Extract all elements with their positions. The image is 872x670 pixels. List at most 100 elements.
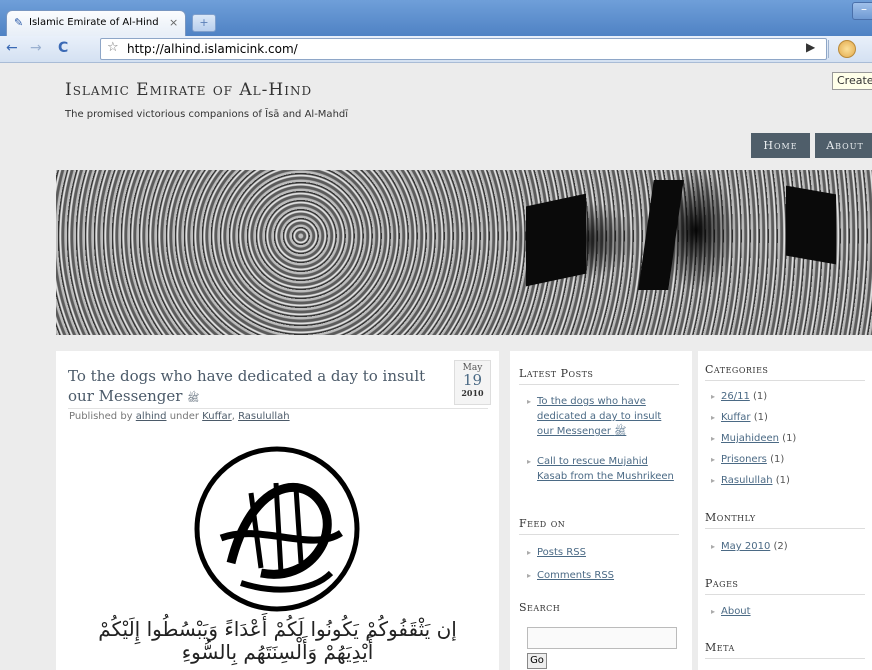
page-item[interactable]: ▸ About (711, 604, 751, 619)
feed-item[interactable]: ▸ Comments RSS (527, 568, 614, 583)
heading-divider (705, 658, 865, 659)
bullet-arrow-icon: ▸ (527, 548, 532, 557)
site-description: The promised victorious companions of Īs… (65, 109, 349, 120)
feather-icon: ✎ (14, 16, 24, 29)
posts-rss-link[interactable]: Posts RSS (537, 547, 586, 558)
categories-heading: Categories (705, 363, 769, 376)
post-article: To the dogs who have dedicated a day to … (56, 351, 499, 670)
bullet-arrow-icon: ▸ (711, 413, 716, 422)
bullet-arrow-icon: ▸ (711, 476, 716, 485)
browser-tab-bar: ✎ Islamic Emirate of Al-Hind × + – (0, 0, 872, 37)
bullet-arrow-icon: ▸ (527, 397, 532, 406)
latest-post-item[interactable]: ▸ Call to rescue Mujahid Kasab from the … (527, 454, 677, 484)
latest-post-item[interactable]: ▸ To the dogs who have dedicated a day t… (527, 394, 677, 439)
category-item[interactable]: ▸ Mujahideen (1) (711, 431, 797, 446)
browser-tab[interactable]: ✎ Islamic Emirate of Al-Hind × (6, 10, 186, 37)
tab-title: Islamic Emirate of Al-Hind (29, 17, 159, 28)
author-link[interactable]: alhind (136, 411, 167, 422)
post-date-box: May 19 2010 (454, 360, 491, 405)
bullet-arrow-icon: ▸ (711, 455, 716, 464)
latest-post-link[interactable]: To the dogs who have dedicated a day to … (537, 396, 661, 437)
minimize-icon[interactable]: – (852, 2, 872, 20)
search-input[interactable] (527, 627, 677, 649)
bullet-arrow-icon: ▸ (711, 607, 716, 616)
category-item[interactable]: ▸ Prisoners (1) (711, 452, 785, 467)
bullet-arrow-icon: ▸ (711, 434, 716, 443)
nav-about[interactable]: About (815, 133, 872, 158)
bullet-arrow-icon: ▸ (527, 457, 532, 466)
tab-close-button[interactable]: × (169, 16, 178, 29)
latest-posts-heading: Latest Posts (519, 367, 594, 380)
feed-heading: Feed on (519, 517, 566, 530)
sidebar-right: Categories ▸ 26/11 (1) ▸ Kuffar (1) ▸ Mujah… (698, 351, 872, 670)
feed-item[interactable]: ▸ Posts RSS (527, 545, 586, 560)
category-link-rasulullah[interactable]: Rasulullah (238, 411, 290, 422)
monthly-count: (2) (773, 541, 788, 552)
web-page: Islamic Emirate of Al-Hind The promised … (0, 63, 872, 670)
meta-under: under (169, 411, 199, 422)
toolbar-divider (828, 40, 829, 58)
bullet-arrow-icon: ▸ (711, 392, 716, 401)
back-arrow-icon[interactable]: ← (6, 40, 18, 56)
category-link[interactable]: Rasulullah (721, 475, 773, 486)
nav-home[interactable]: Home (751, 133, 810, 158)
meta-prefix: Published by (69, 411, 133, 422)
category-item[interactable]: ▸ Rasulullah (1) (711, 473, 790, 488)
comments-rss-link[interactable]: Comments RSS (537, 570, 614, 581)
category-link[interactable]: Kuffar (721, 412, 751, 423)
banner-flag (786, 185, 836, 265)
category-count: (1) (782, 433, 797, 444)
bookmark-star-icon[interactable]: ☆ (107, 40, 119, 55)
site-title[interactable]: Islamic Emirate of Al-Hind (65, 80, 312, 100)
page-link-about[interactable]: About (721, 606, 751, 617)
monthly-heading: Monthly (705, 511, 756, 524)
monthly-link[interactable]: May 2010 (721, 541, 770, 552)
search-heading: Search (519, 601, 561, 614)
address-bar[interactable]: ☆ http://alhind.islamicink.com/ (100, 38, 827, 60)
header-banner-image (56, 170, 872, 335)
heading-divider (705, 380, 865, 381)
date-year: 2010 (461, 388, 484, 398)
category-count: (1) (753, 391, 768, 402)
create-tooltip: Create (832, 72, 872, 90)
category-item[interactable]: ▸ 26/11 (1) (711, 389, 768, 404)
pages-heading: Pages (705, 577, 739, 590)
post-title[interactable]: To the dogs who have dedicated a day to … (68, 366, 438, 409)
bullet-arrow-icon: ▸ (711, 542, 716, 551)
banner-flag (638, 180, 684, 290)
go-arrow-icon[interactable]: ▶ (806, 40, 815, 54)
browser-toolbar: ← → C ☆ http://alhind.islamicink.com/ ▶ (0, 36, 872, 63)
category-item[interactable]: ▸ Kuffar (1) (711, 410, 768, 425)
forward-arrow-icon[interactable]: → (30, 40, 42, 56)
category-count: (1) (775, 475, 790, 486)
heading-divider (519, 384, 679, 385)
arabic-verse-line-1: إن يَثْقَفُوكُمْ يَكُونُوا لَكُمْ أَعْدَ… (98, 617, 457, 641)
post-title-text[interactable]: To the dogs who have dedicated a day to … (68, 367, 425, 405)
title-divider (68, 408, 488, 409)
meta-heading: Meta (705, 641, 735, 654)
search-go-button[interactable]: Go (527, 653, 547, 669)
bullet-arrow-icon: ▸ (527, 571, 532, 580)
date-day: 19 (462, 371, 483, 389)
heading-divider (705, 528, 865, 529)
category-count: (1) (770, 454, 785, 465)
banner-flag (526, 193, 586, 287)
category-count: (1) (753, 412, 768, 423)
arabic-verse-line-2: أَيْدِيَهُمْ وَأَلْسِنَتَهُم بِالسُّوءِ (181, 640, 374, 664)
post-meta: Published by alhind under Kuffar, Rasulu… (69, 411, 290, 422)
category-link-kuffar[interactable]: Kuffar (202, 411, 232, 422)
monthly-item[interactable]: ▸ May 2010 (2) (711, 539, 788, 554)
category-link[interactable]: Mujahideen (721, 433, 779, 444)
new-tab-button[interactable]: + (192, 14, 216, 32)
page-menu-icon[interactable] (838, 40, 856, 58)
honorific-glyph: ﷺ (187, 393, 200, 404)
reload-icon[interactable]: C (58, 40, 68, 56)
url-text[interactable]: http://alhind.islamicink.com/ (127, 42, 298, 56)
heading-divider (519, 534, 679, 535)
bismillah-calligraphy-image (194, 446, 360, 612)
sidebar-middle: Latest Posts ▸ To the dogs who have dedi… (510, 351, 692, 670)
heading-divider (705, 594, 865, 595)
category-link[interactable]: Prisoners (721, 454, 767, 465)
latest-post-link[interactable]: Call to rescue Mujahid Kasab from the Mu… (537, 456, 674, 482)
category-link[interactable]: 26/11 (721, 391, 750, 402)
